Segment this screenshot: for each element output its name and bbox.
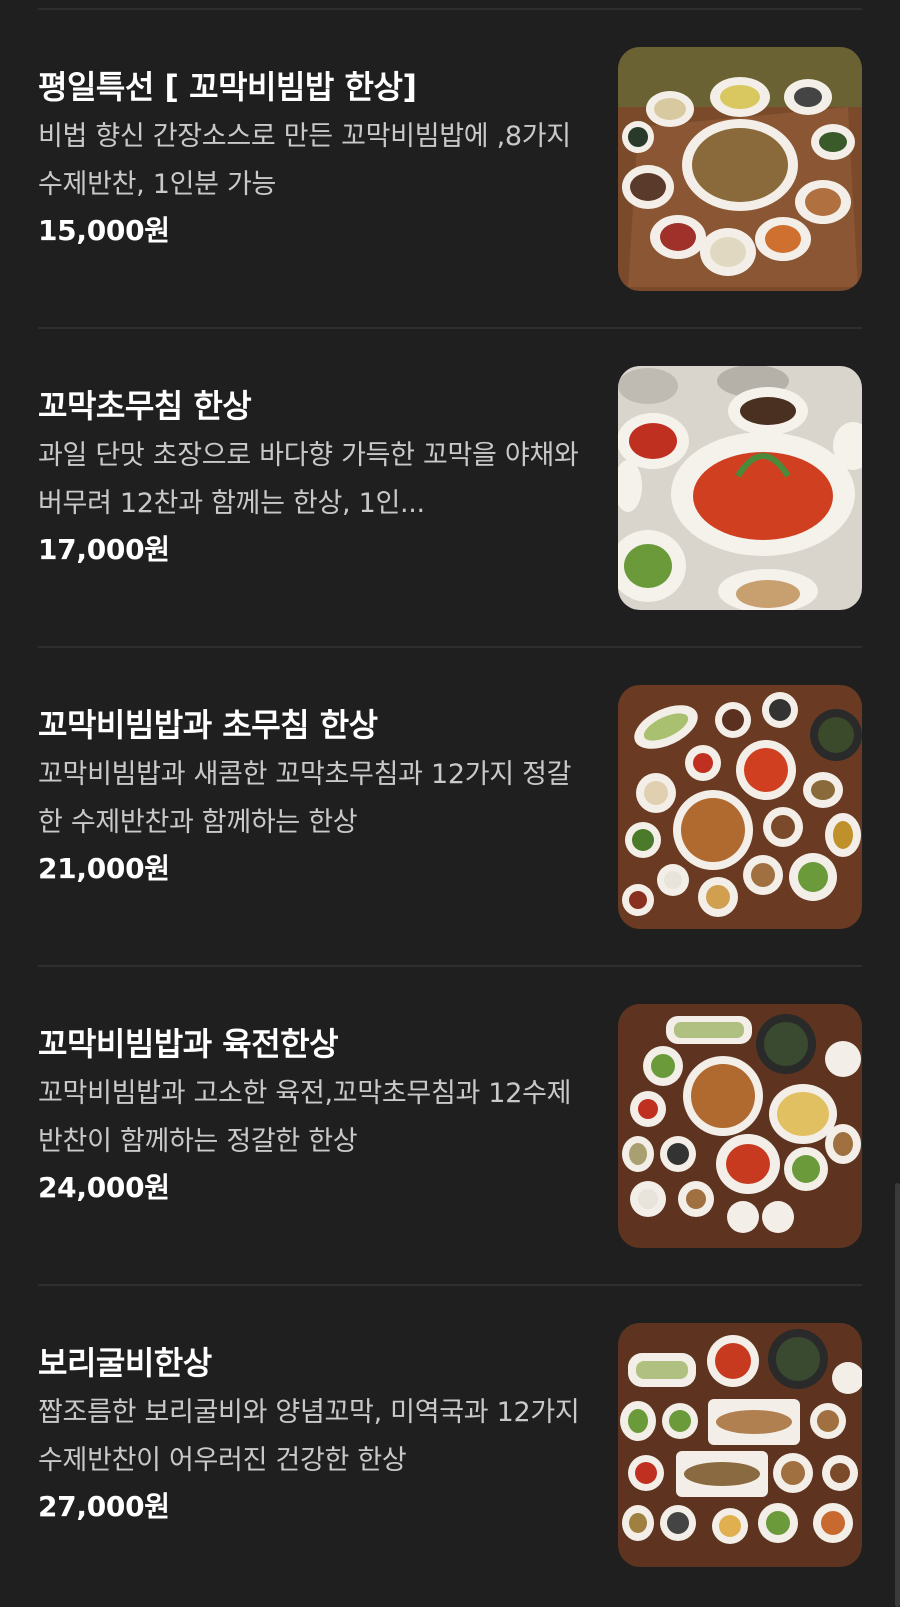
menu-item-description: 과일 단맛 초장으로 바다향 가득한 꼬막을 야채와 버무려 12찬과 함께는 … [38, 440, 579, 519]
menu-item[interactable]: 꼬막비빔밥과 초무침 한상 꼬막비빔밥과 새콤한 꼬막초무침과 12가지 정갈한… [38, 648, 862, 967]
menu-item[interactable]: 꼬막초무침 한상 과일 단맛 초장으로 바다향 가득한 꼬막을 야채와 버무려 … [38, 329, 862, 648]
menu-item-price: 24,000원 [38, 1171, 170, 1204]
food-photo[interactable] [618, 1323, 862, 1567]
menu-item-description: 꼬막비빔밥과 새콤한 꼬막초무침과 12가지 정갈한 수제반찬과 함께하는 한상 [38, 759, 572, 838]
menu-item-description: 꼬막비빔밥과 고소한 육전,꼬막초무침과 12수제반찬이 함께하는 정갈한 한상 [38, 1078, 572, 1157]
menu-item-description: 짭조름한 보리굴비와 양념꼬막, 미역국과 12가지 수제반찬이 어우러진 건강… [38, 1397, 580, 1476]
menu-item[interactable]: 꼬막비빔밥과 육전한상 꼬막비빔밥과 고소한 육전,꼬막초무침과 12수제반찬이… [38, 967, 862, 1286]
menu-item-name: 꼬막비빔밥과 육전한상 [38, 1025, 339, 1063]
menu-item[interactable]: 보리굴비한상 짭조름한 보리굴비와 양념꼬막, 미역국과 12가지 수제반찬이 … [38, 1286, 862, 1605]
menu-item-price: 17,000원 [38, 533, 170, 566]
menu-item-text: 꼬막비빔밥과 초무침 한상 꼬막비빔밥과 새콤한 꼬막초무침과 12가지 정갈한… [38, 703, 583, 891]
menu-item-name: 꼬막초무침 한상 [38, 387, 252, 425]
menu-item-text: 평일특선 [ 꼬막비빔밥 한상] 비법 향신 간장소스로 만든 꼬막비빔밥에 ,… [38, 65, 583, 253]
food-photo[interactable] [618, 685, 862, 929]
menu-item-name: 보리굴비한상 [38, 1344, 212, 1382]
menu-item-price: 21,000원 [38, 852, 170, 885]
menu-item-text: 보리굴비한상 짭조름한 보리굴비와 양념꼬막, 미역국과 12가지 수제반찬이 … [38, 1341, 583, 1529]
menu-list: 평일특선 [ 꼬막비빔밥 한상] 비법 향신 간장소스로 만든 꼬막비빔밥에 ,… [0, 10, 900, 1605]
food-photo[interactable] [618, 1004, 862, 1248]
scrollbar[interactable] [895, 1183, 900, 1607]
food-photo[interactable] [618, 47, 862, 291]
menu-item-name: 꼬막비빔밥과 초무침 한상 [38, 706, 378, 744]
menu-item-price: 15,000원 [38, 214, 170, 247]
menu-item-text: 꼬막초무침 한상 과일 단맛 초장으로 바다향 가득한 꼬막을 야채와 버무려 … [38, 384, 583, 572]
menu-item-text: 꼬막비빔밥과 육전한상 꼬막비빔밥과 고소한 육전,꼬막초무침과 12수제반찬이… [38, 1022, 583, 1210]
menu-item-price: 27,000원 [38, 1490, 170, 1523]
menu-item[interactable]: 평일특선 [ 꼬막비빔밥 한상] 비법 향신 간장소스로 만든 꼬막비빔밥에 ,… [38, 10, 862, 329]
food-photo[interactable] [618, 366, 862, 610]
menu-item-name: 평일특선 [ 꼬막비빔밥 한상] [38, 68, 417, 106]
menu-item-description: 비법 향신 간장소스로 만든 꼬막비빔밥에 ,8가지 수제반찬, 1인분 가능 [38, 121, 571, 200]
